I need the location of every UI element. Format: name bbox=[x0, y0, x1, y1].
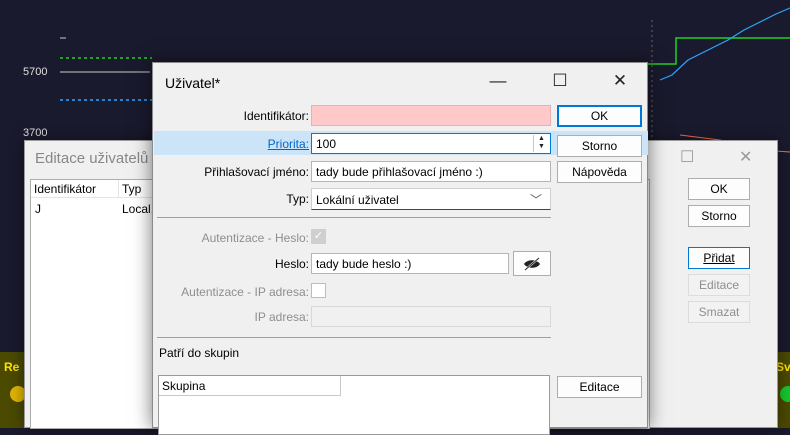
toggle-password-visibility-button[interactable] bbox=[513, 251, 551, 276]
eye-slash-icon bbox=[524, 256, 540, 271]
type-label: Typ: bbox=[286, 192, 309, 206]
maximize-icon[interactable]: ☐ bbox=[680, 147, 694, 167]
priority-stepper[interactable]: 100 ▲ ▼ bbox=[311, 133, 551, 154]
ip-input[interactable] bbox=[311, 306, 551, 327]
column-header-group[interactable]: Skupina bbox=[159, 376, 341, 396]
auth-ip-checkbox[interactable] bbox=[311, 283, 326, 298]
priority-spin-buttons[interactable]: ▲ ▼ bbox=[533, 135, 549, 152]
spin-down-icon[interactable]: ▼ bbox=[534, 143, 549, 151]
ok-button[interactable]: OK bbox=[688, 178, 750, 200]
cancel-button[interactable]: Storno bbox=[557, 135, 642, 157]
close-icon[interactable]: ✕ bbox=[605, 71, 635, 93]
groups-label: Patří do skupin bbox=[159, 346, 240, 360]
delete-user-button[interactable]: Smazat bbox=[688, 301, 750, 323]
ip-label: IP adresa: bbox=[254, 310, 309, 324]
status-right-dot bbox=[780, 386, 790, 402]
minimize-icon[interactable]: — bbox=[483, 71, 513, 93]
divider bbox=[157, 337, 551, 338]
password-input[interactable]: tady bude heslo :) bbox=[311, 253, 509, 274]
user-dialog: Uživatel* — ☐ ✕ Identifikátor: Priorita:… bbox=[152, 62, 648, 435]
type-select-value: Lokální uživatel bbox=[316, 193, 399, 207]
password-label: Heslo: bbox=[274, 257, 309, 271]
ok-button[interactable]: OK bbox=[557, 105, 642, 127]
column-header-identifier[interactable]: Identifikátor bbox=[31, 180, 119, 198]
edit-groups-button[interactable]: Editace bbox=[557, 376, 642, 398]
auth-password-label: Autentizace - Heslo: bbox=[201, 231, 309, 245]
identifier-label: Identifikátor: bbox=[243, 109, 309, 123]
identifier-input[interactable] bbox=[311, 105, 551, 126]
status-left-text: Re bbox=[4, 360, 20, 374]
login-label: Přihlašovací jméno: bbox=[204, 165, 309, 179]
dialog-titlebar[interactable]: Uživatel* — ☐ ✕ bbox=[153, 63, 647, 99]
status-right-text: Sv bbox=[776, 360, 790, 374]
login-input[interactable]: tady bude přihlašovací jméno :) bbox=[311, 161, 551, 182]
dialog-title: Uživatel* bbox=[165, 75, 221, 91]
edit-user-button[interactable]: Editace bbox=[688, 274, 750, 296]
y-tick-3700: 3700 bbox=[23, 127, 48, 139]
edit-users-title: Editace uživatelů bbox=[35, 150, 149, 167]
help-button[interactable]: Nápověda bbox=[557, 161, 642, 183]
close-icon[interactable]: ✕ bbox=[739, 147, 752, 167]
type-select[interactable]: Lokální uživatel ﹀ bbox=[311, 188, 551, 210]
cancel-button[interactable]: Storno bbox=[688, 205, 750, 227]
divider bbox=[157, 217, 551, 218]
chevron-down-icon: ﹀ bbox=[529, 193, 542, 207]
priority-label[interactable]: Priorita: bbox=[268, 137, 309, 151]
groups-grid[interactable]: Skupina bbox=[158, 375, 550, 435]
user-row-id[interactable]: J bbox=[35, 202, 41, 216]
y-tick-5700: 5700 bbox=[23, 66, 48, 78]
auth-ip-label: Autentizace - IP adresa: bbox=[181, 285, 309, 299]
add-user-button[interactable]: Přidat bbox=[688, 247, 750, 269]
auth-password-checkbox[interactable]: ✓ bbox=[311, 229, 326, 244]
maximize-icon[interactable]: ☐ bbox=[545, 71, 575, 93]
spin-up-icon[interactable]: ▲ bbox=[534, 135, 549, 143]
priority-value: 100 bbox=[316, 137, 337, 151]
